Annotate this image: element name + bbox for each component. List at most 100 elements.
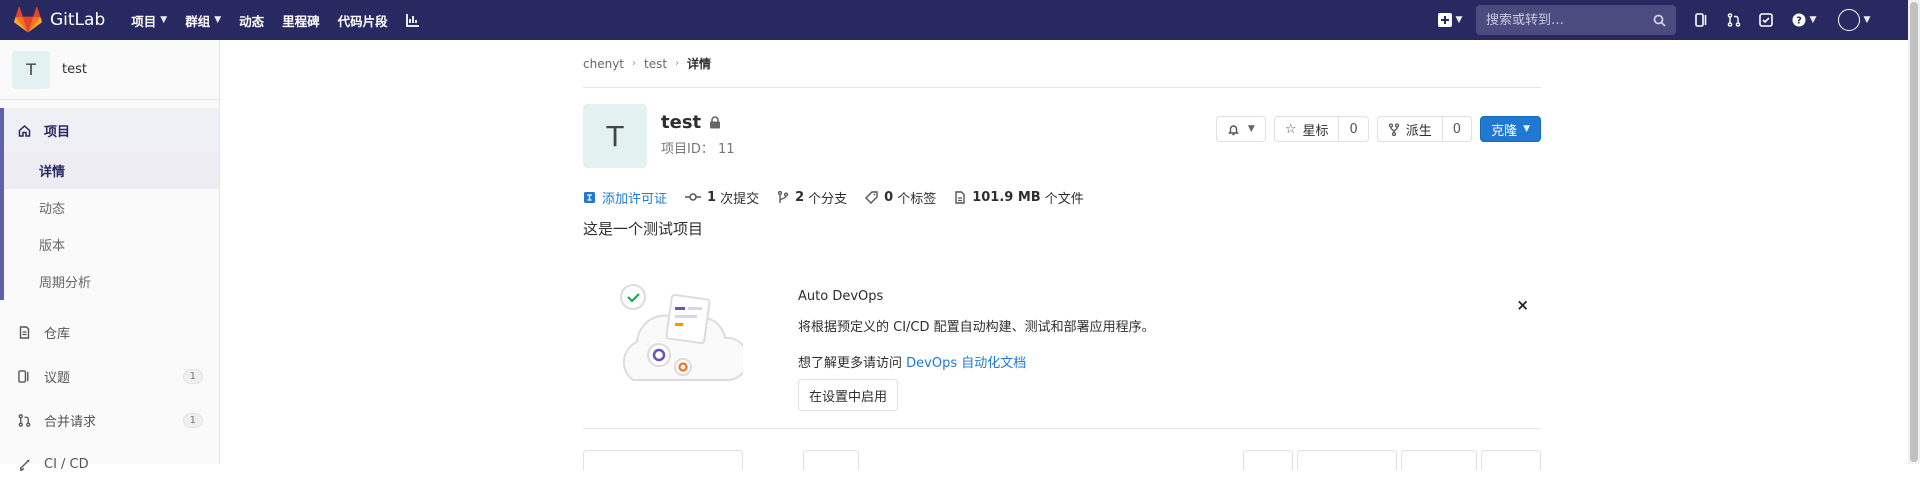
- clone-label: 克隆: [1491, 123, 1518, 139]
- repository-icon: [16, 325, 32, 339]
- devops-docs-link[interactable]: DevOps 自动化文档: [906, 356, 1026, 371]
- nav-milestones[interactable]: 里程碑: [282, 0, 320, 40]
- star-count[interactable]: 0: [1339, 116, 1369, 142]
- star-icon: ☆: [1284, 121, 1297, 137]
- sidebar-subitem-cycle-analytics[interactable]: 周期分析: [4, 263, 219, 300]
- commits-label: 次提交: [720, 191, 760, 207]
- search-icon: [1653, 14, 1666, 27]
- page-scrollbar[interactable]: [1908, 0, 1920, 464]
- sidebar-item-label: 项目: [44, 124, 71, 140]
- branch-selector[interactable]: [583, 450, 743, 470]
- star-button[interactable]: ☆ 星标: [1273, 116, 1340, 142]
- chevron-down-icon: ▼: [1455, 15, 1463, 25]
- find-file-button[interactable]: [1243, 450, 1293, 470]
- project-header: T test 项目ID： 11 ▼ ☆ 星标 0 派生 0 克隆 ▼: [583, 104, 1541, 184]
- project-stats: 添加许可证 1 次提交 2 个分支 0 个标签 101.9 MB 个文件: [583, 184, 1541, 210]
- gitlab-home-link[interactable]: GitLab: [14, 0, 105, 40]
- download-button[interactable]: [1401, 450, 1477, 470]
- help-dropdown[interactable]: ? ▼: [1782, 0, 1826, 40]
- clone-dropdown-button[interactable]: [1481, 450, 1541, 470]
- fork-group: 派生 0: [1376, 116, 1473, 142]
- sidebar-project-avatar: T: [12, 50, 50, 89]
- devops-more-info: 想了解更多请访问 DevOps 自动化文档: [798, 352, 1026, 371]
- sidebar-subitem-releases[interactable]: 版本: [4, 226, 219, 263]
- chevron-down-icon: ▼: [1247, 124, 1255, 134]
- nav-groups[interactable]: 群组 ▼: [185, 0, 221, 40]
- chevron-down-icon: ▼: [1809, 15, 1817, 25]
- nav-snippets[interactable]: 代码片段: [338, 0, 388, 40]
- merge-request-icon: [16, 413, 32, 427]
- add-license-link[interactable]: 添加许可证: [583, 188, 667, 207]
- sidebar-subitem-activity[interactable]: 动态: [4, 189, 219, 226]
- main-content: chenyt › test › 详情 T test 项目ID： 11 ▼ ☆ 星…: [583, 40, 1541, 470]
- files-link[interactable]: 101.9 MB 个文件: [954, 188, 1084, 207]
- nav-chart[interactable]: [405, 0, 420, 40]
- rocket-icon: [16, 458, 32, 471]
- sidebar-subitem-label: 详情: [39, 165, 66, 180]
- sidebar-project-name: test: [62, 62, 87, 77]
- sidebar-item-issues[interactable]: 议题 1: [0, 354, 219, 398]
- branches-link[interactable]: 2 个分支: [777, 188, 847, 207]
- project-id-value: 11: [718, 142, 735, 157]
- brand-name: GitLab: [50, 10, 106, 30]
- sidebar-item-repository[interactable]: 仓库: [0, 310, 219, 354]
- sidebar-item-ci-cd[interactable]: CI / CD: [0, 442, 219, 486]
- close-icon[interactable]: ×: [1516, 296, 1529, 314]
- clone-button[interactable]: 克隆 ▼: [1480, 116, 1541, 142]
- sidebar-project-header[interactable]: T test: [0, 40, 219, 100]
- merge-request-icon: [1727, 13, 1741, 27]
- sidebar-subitem-details[interactable]: 详情: [4, 152, 219, 189]
- issues-count-badge: 1: [182, 368, 203, 384]
- notification-dropdown[interactable]: ▼: [1215, 116, 1266, 142]
- commits-link[interactable]: 1 次提交: [685, 188, 759, 207]
- chevron-down-icon: ▼: [214, 15, 222, 25]
- scrollbar-thumb[interactable]: [1910, 2, 1918, 462]
- new-dropdown[interactable]: ▼: [1430, 0, 1470, 40]
- bell-icon: [1228, 124, 1239, 135]
- license-icon: [583, 191, 596, 204]
- nav-activity-label: 动态: [239, 13, 265, 29]
- lock-icon: [710, 116, 721, 129]
- tags-link[interactable]: 0 个标签: [865, 188, 936, 207]
- chevron-right-icon: ›: [632, 58, 636, 69]
- branches-label: 个分支: [808, 191, 848, 207]
- gitlab-logo-icon: [14, 7, 42, 33]
- breadcrumb-current[interactable]: 详情: [687, 55, 711, 72]
- search-input[interactable]: [1486, 12, 1646, 28]
- star-label: 星标: [1302, 123, 1329, 139]
- fork-button[interactable]: 派生: [1376, 116, 1443, 142]
- chevron-down-icon: ▼: [1863, 15, 1871, 25]
- file-icon: [954, 190, 966, 204]
- sidebar-item-label: 合并请求: [44, 414, 97, 430]
- todos-shortcut[interactable]: [1750, 0, 1782, 40]
- fork-count[interactable]: 0: [1442, 116, 1473, 142]
- sidebar-subitem-label: 版本: [39, 239, 66, 254]
- project-avatar: T: [583, 104, 647, 168]
- commit-icon: [685, 192, 702, 202]
- svg-text:?: ?: [1796, 16, 1802, 27]
- branch-icon: [777, 190, 789, 204]
- project-title: test: [661, 112, 702, 133]
- project-id: 项目ID： 11: [661, 138, 735, 157]
- enable-in-settings-button[interactable]: 在设置中启用: [798, 379, 899, 411]
- search-box[interactable]: [1476, 5, 1676, 35]
- avatar: [1837, 9, 1860, 31]
- project-sidebar: T test 项目 详情 动态 版本 周期分析 仓库 议题 1 合并请求 1 C…: [0, 40, 220, 472]
- merge-requests-shortcut[interactable]: [1718, 0, 1750, 40]
- sidebar-subitem-label: 周期分析: [39, 276, 92, 291]
- project-title-row: test: [661, 112, 721, 133]
- web-ide-button[interactable]: [1297, 450, 1397, 470]
- breadcrumb-link-owner[interactable]: chenyt: [583, 57, 624, 71]
- help-icon: ?: [1792, 13, 1806, 27]
- nav-milestones-label: 里程碑: [282, 13, 320, 29]
- sidebar-item-project[interactable]: 项目: [4, 108, 219, 152]
- fork-icon: [1388, 122, 1399, 136]
- breadcrumb-link-project[interactable]: test: [644, 57, 667, 71]
- user-dropdown[interactable]: ▼: [1826, 0, 1882, 40]
- nav-projects[interactable]: 项目 ▼: [131, 0, 167, 40]
- nav-activity[interactable]: 动态: [239, 0, 264, 40]
- issues-shortcut[interactable]: [1686, 0, 1718, 40]
- sidebar-item-merge-requests[interactable]: 合并请求 1: [0, 398, 219, 442]
- add-dropdown[interactable]: [803, 450, 859, 470]
- sidebar-item-label: 仓库: [44, 326, 71, 342]
